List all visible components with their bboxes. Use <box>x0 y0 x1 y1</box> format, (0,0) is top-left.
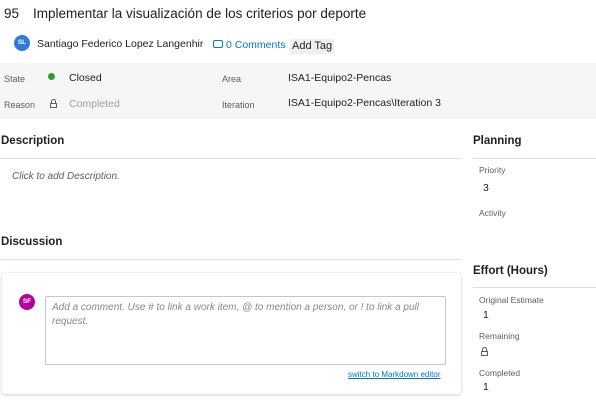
remaining-label: Remaining <box>479 331 520 341</box>
reason-label: Reason <box>4 100 36 110</box>
original-estimate-value[interactable]: 1 <box>483 309 489 321</box>
commenter-avatar: SF <box>19 294 35 310</box>
comment-input[interactable]: Add a comment. Use # to link a work item… <box>45 296 446 365</box>
state-label: State <box>4 74 26 84</box>
state-dot-icon <box>48 73 55 80</box>
priority-label: Priority <box>479 165 506 175</box>
activity-label: Activity <box>479 208 506 218</box>
reason-value: Completed <box>69 98 120 110</box>
work-item-title[interactable]: Implementar la visualización de los crit… <box>33 6 366 21</box>
area-label: Area <box>222 74 242 84</box>
completed-label: Completed <box>479 368 521 378</box>
lock-icon <box>50 99 57 108</box>
discussion-divider <box>0 259 461 260</box>
iteration-label: Iteration <box>222 100 255 110</box>
add-tag-button[interactable]: Add Tag <box>290 39 335 54</box>
priority-value[interactable]: 3 <box>483 182 489 194</box>
comments-link[interactable]: 0 Comments <box>213 39 286 51</box>
effort-divider <box>473 287 596 288</box>
planning-divider <box>473 158 596 159</box>
state-value[interactable]: Closed <box>69 72 102 84</box>
original-estimate-label: Original Estimate <box>479 295 544 305</box>
comment-icon <box>213 40 223 49</box>
completed-value[interactable]: 1 <box>483 381 489 393</box>
iteration-value[interactable]: ISA1-Equipo2-Pencas\Iteration 3 <box>288 97 441 109</box>
area-value[interactable]: ISA1-Equipo2-Pencas <box>288 72 391 84</box>
remaining-lock-icon <box>481 347 488 356</box>
markdown-editor-link[interactable]: switch to Markdown editor <box>348 370 440 379</box>
work-item-id: 95 <box>4 6 20 21</box>
description-divider <box>0 158 461 159</box>
effort-title: Effort (Hours) <box>473 265 548 277</box>
description-title: Description <box>1 135 65 147</box>
planning-title: Planning <box>473 135 522 147</box>
comments-label: 0 Comments <box>226 39 286 51</box>
owner-name[interactable]: Santiago Federico Lopez Langenhir <box>37 38 203 50</box>
discussion-title: Discussion <box>1 236 63 248</box>
owner-avatar[interactable]: SL <box>14 35 30 51</box>
description-field[interactable]: Click to add Description. <box>12 171 120 182</box>
